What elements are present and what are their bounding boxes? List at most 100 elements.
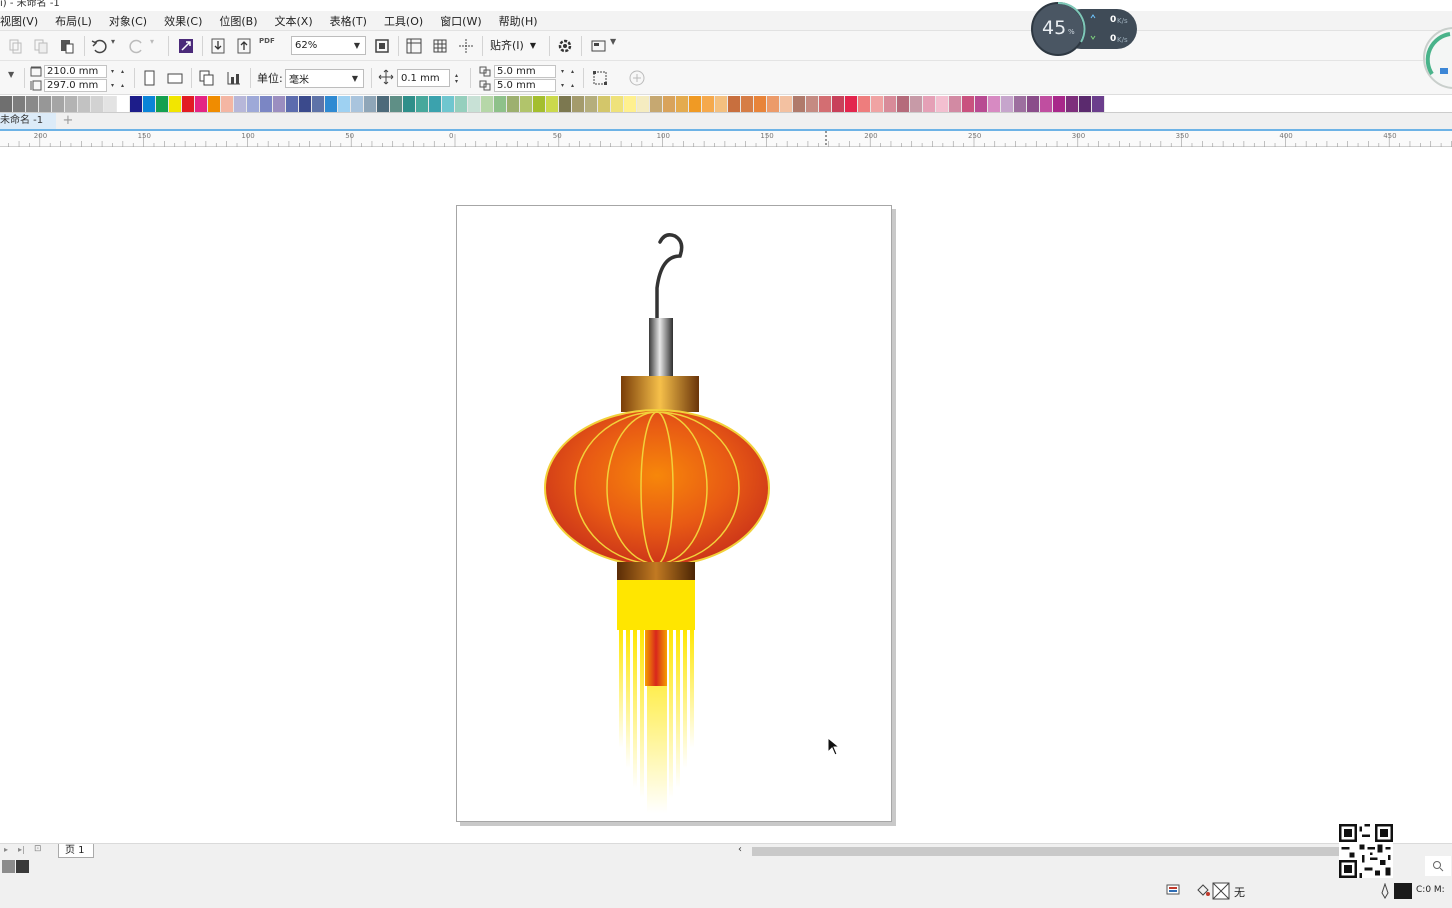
palette-swatch[interactable] (260, 96, 273, 112)
outline-color-swatch[interactable] (1394, 883, 1412, 899)
palette-swatch[interactable] (195, 96, 208, 112)
search-icon[interactable] (1425, 856, 1451, 876)
palette-swatch[interactable] (234, 96, 247, 112)
palette-swatch[interactable] (1092, 96, 1105, 112)
add-document-tab-icon[interactable]: + (60, 113, 76, 129)
page-width-field[interactable]: 210.0 mm (44, 65, 107, 78)
page-height-spinner[interactable]: ▾ (108, 79, 117, 92)
color-palette[interactable] (0, 96, 1452, 113)
palette-swatch[interactable] (325, 96, 338, 112)
palette-swatch[interactable] (130, 96, 143, 112)
palette-swatch[interactable] (1040, 96, 1053, 112)
page-size-dropdown-icon[interactable]: ▼ (8, 70, 14, 79)
palette-swatch[interactable] (182, 96, 195, 112)
all-pages-icon[interactable] (198, 69, 216, 87)
palette-swatch[interactable] (78, 96, 91, 112)
lantern-artwork[interactable] (457, 206, 893, 823)
palette-swatch[interactable] (507, 96, 520, 112)
palette-swatch[interactable] (312, 96, 325, 112)
portrait-icon[interactable] (142, 69, 156, 87)
palette-swatch[interactable] (442, 96, 455, 112)
palette-swatch[interactable] (585, 96, 598, 112)
palette-swatch[interactable] (676, 96, 689, 112)
add-page-nav-icon[interactable]: ⊡ (34, 844, 42, 854)
palette-swatch[interactable] (13, 96, 26, 112)
palette-swatch[interactable] (299, 96, 312, 112)
menu-view[interactable]: 视图(V) (0, 13, 38, 29)
palette-swatch[interactable] (819, 96, 832, 112)
prev-page-icon[interactable]: ▸ (4, 845, 8, 854)
palette-swatch[interactable] (858, 96, 871, 112)
palette-swatch[interactable] (65, 96, 78, 112)
menu-object[interactable]: 对象(C) (109, 13, 147, 29)
palette-swatch[interactable] (793, 96, 806, 112)
menu-table[interactable]: 表格(T) (330, 13, 367, 29)
horizontal-scrollbar[interactable] (752, 847, 1392, 856)
drawing-canvas[interactable] (0, 147, 1452, 843)
show-guidelines-icon[interactable] (457, 37, 475, 55)
palette-swatch[interactable] (104, 96, 117, 112)
add-page-icon[interactable] (628, 69, 646, 87)
palette-swatch[interactable] (169, 96, 182, 112)
palette-swatch[interactable] (390, 96, 403, 112)
palette-swatch[interactable] (806, 96, 819, 112)
palette-swatch[interactable] (286, 96, 299, 112)
options-gear-icon[interactable] (556, 37, 574, 55)
palette-swatch[interactable] (91, 96, 104, 112)
treat-as-filled-icon[interactable] (591, 69, 609, 87)
application-launcher-icon[interactable] (590, 37, 608, 55)
document-tab[interactable]: 未命名 -1 (0, 113, 56, 129)
palette-swatch[interactable] (897, 96, 910, 112)
show-rulers-icon[interactable] (405, 37, 423, 55)
page-height-field[interactable]: 297.0 mm (44, 79, 107, 92)
paste-icon[interactable] (58, 37, 76, 55)
nudge-spinner[interactable]: ▴ ▾ (452, 72, 461, 86)
palette-swatch[interactable] (364, 96, 377, 112)
palette-swatch[interactable] (247, 96, 260, 112)
palette-swatch[interactable] (871, 96, 884, 112)
palette-swatch[interactable] (1014, 96, 1027, 112)
palette-swatch[interactable] (780, 96, 793, 112)
page-tab[interactable]: 页 1 (58, 844, 94, 858)
palette-swatch[interactable] (637, 96, 650, 112)
menu-text[interactable]: 文本(X) (275, 13, 313, 29)
palette-swatch[interactable] (1001, 96, 1014, 112)
horizontal-ruler[interactable]: 200 150 100 50 0 50 100 150 200 250 300 350 400 450 (0, 131, 1452, 147)
palette-swatch[interactable] (754, 96, 767, 112)
redo-dropdown-icon[interactable]: ▾ (150, 37, 154, 46)
palette-swatch[interactable] (143, 96, 156, 112)
menu-bitmap[interactable]: 位图(B) (219, 13, 257, 29)
palette-swatch[interactable] (923, 96, 936, 112)
zoom-level-select[interactable]: 62% ▼ (291, 36, 366, 55)
landscape-icon[interactable] (166, 69, 184, 87)
swatch-dark[interactable] (16, 860, 29, 873)
palette-swatch[interactable] (884, 96, 897, 112)
palette-swatch[interactable] (533, 96, 546, 112)
menu-effects[interactable]: 效果(C) (164, 13, 202, 29)
palette-swatch[interactable] (52, 96, 65, 112)
publish-pdf-icon[interactable]: PDF (259, 37, 275, 45)
duplicate-x-field[interactable]: 5.0 mm (494, 65, 556, 78)
side-gauge-widget[interactable] (1422, 26, 1452, 90)
palette-swatch[interactable] (845, 96, 858, 112)
palette-swatch[interactable] (988, 96, 1001, 112)
palette-swatch[interactable] (208, 96, 221, 112)
palette-swatch[interactable] (494, 96, 507, 112)
page-width-spinner[interactable]: ▾ (108, 65, 117, 78)
duplicate-x-spinner[interactable]: ▾ (558, 65, 567, 78)
palette-swatch[interactable] (624, 96, 637, 112)
redo-icon[interactable] (128, 37, 146, 55)
palette-swatch[interactable] (468, 96, 481, 112)
palette-swatch[interactable] (377, 96, 390, 112)
palette-swatch[interactable] (689, 96, 702, 112)
chevron-down-icon[interactable]: ▼ (610, 37, 616, 46)
palette-swatch[interactable] (338, 96, 351, 112)
palette-swatch[interactable] (663, 96, 676, 112)
palette-swatch[interactable] (741, 96, 754, 112)
menu-help[interactable]: 帮助(H) (499, 13, 538, 29)
palette-swatch[interactable] (416, 96, 429, 112)
palette-swatch[interactable] (273, 96, 286, 112)
swatch-gray[interactable] (2, 860, 15, 873)
palette-swatch[interactable] (936, 96, 949, 112)
undo-icon[interactable] (90, 37, 108, 55)
